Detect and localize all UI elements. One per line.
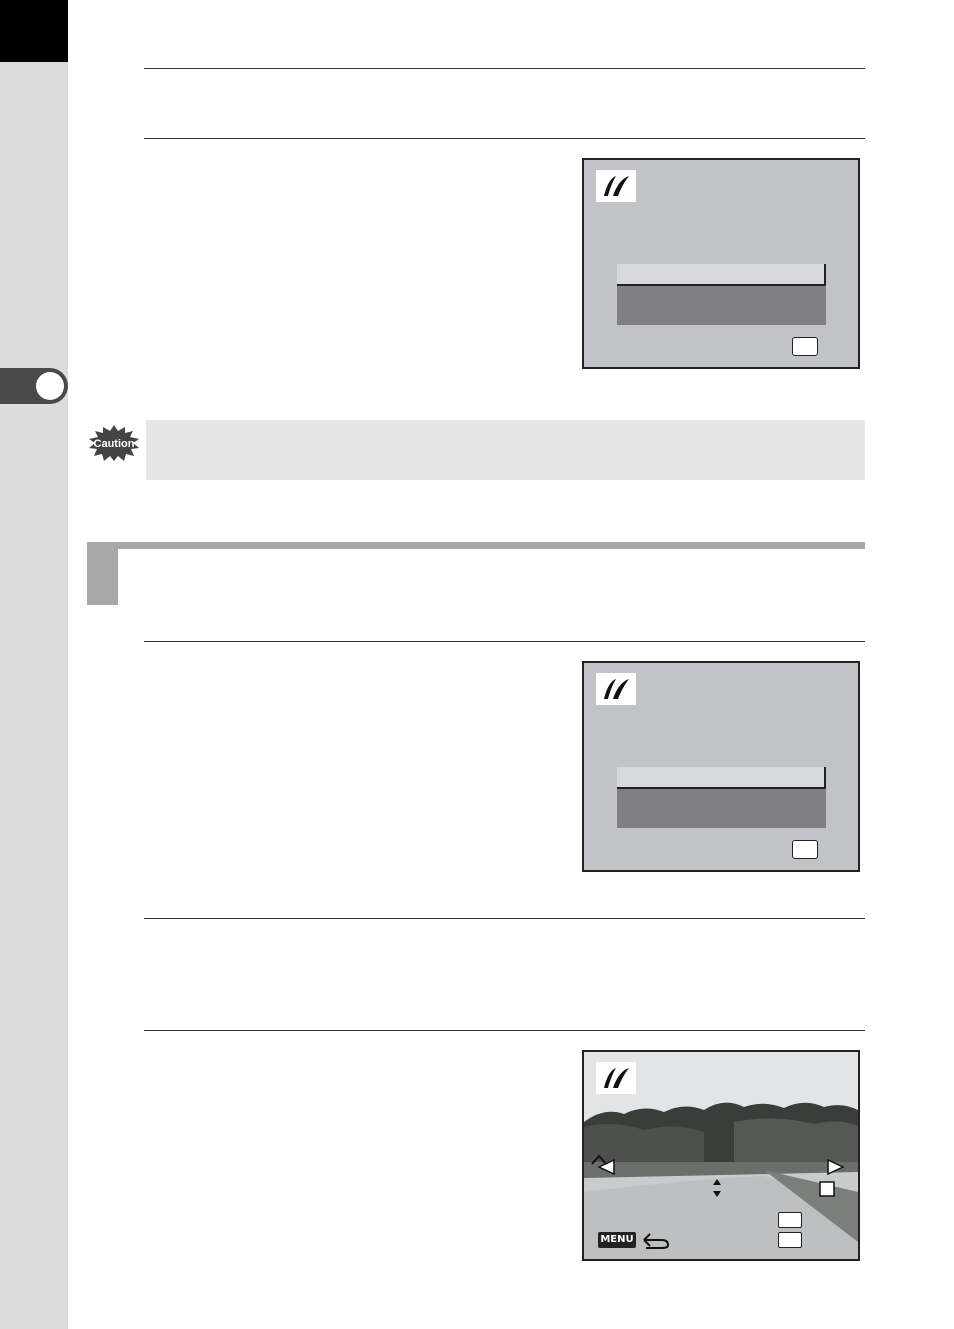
camera-screen-confirm-2 <box>582 661 860 872</box>
step-divider <box>144 138 865 139</box>
section-heading-marker <box>87 542 118 605</box>
menu-option[interactable] <box>617 286 826 325</box>
menu-option-selected[interactable] <box>617 264 826 286</box>
camera-screen-confirm-1 <box>582 158 860 369</box>
step-divider <box>144 68 865 69</box>
chapter-tab-dot <box>36 372 64 400</box>
sidebar-header-block <box>0 0 68 62</box>
step-divider <box>144 918 865 919</box>
print-mode-logo-icon <box>596 170 636 202</box>
sidebar-strip <box>0 0 68 1329</box>
ok-button-icon <box>792 337 818 356</box>
ok-button-icon <box>792 840 818 859</box>
back-arrow-icon <box>643 1233 670 1249</box>
menu-option-selected[interactable] <box>617 767 826 789</box>
menu-button-icon: MENU <box>598 1232 636 1248</box>
caution-icon: Caution <box>88 424 140 462</box>
step-divider <box>144 1030 865 1031</box>
function-button-icon <box>778 1232 802 1248</box>
menu-option[interactable] <box>617 789 826 828</box>
camera-screen-photo-preview: MENU <box>582 1050 860 1261</box>
step-divider <box>144 641 865 642</box>
print-mode-logo-icon <box>596 1062 636 1094</box>
caution-note <box>146 420 865 480</box>
caution-label: Caution <box>94 438 135 450</box>
ok-button-icon <box>778 1212 802 1228</box>
section-heading-bar <box>87 542 865 549</box>
print-mode-logo-icon <box>596 673 636 705</box>
